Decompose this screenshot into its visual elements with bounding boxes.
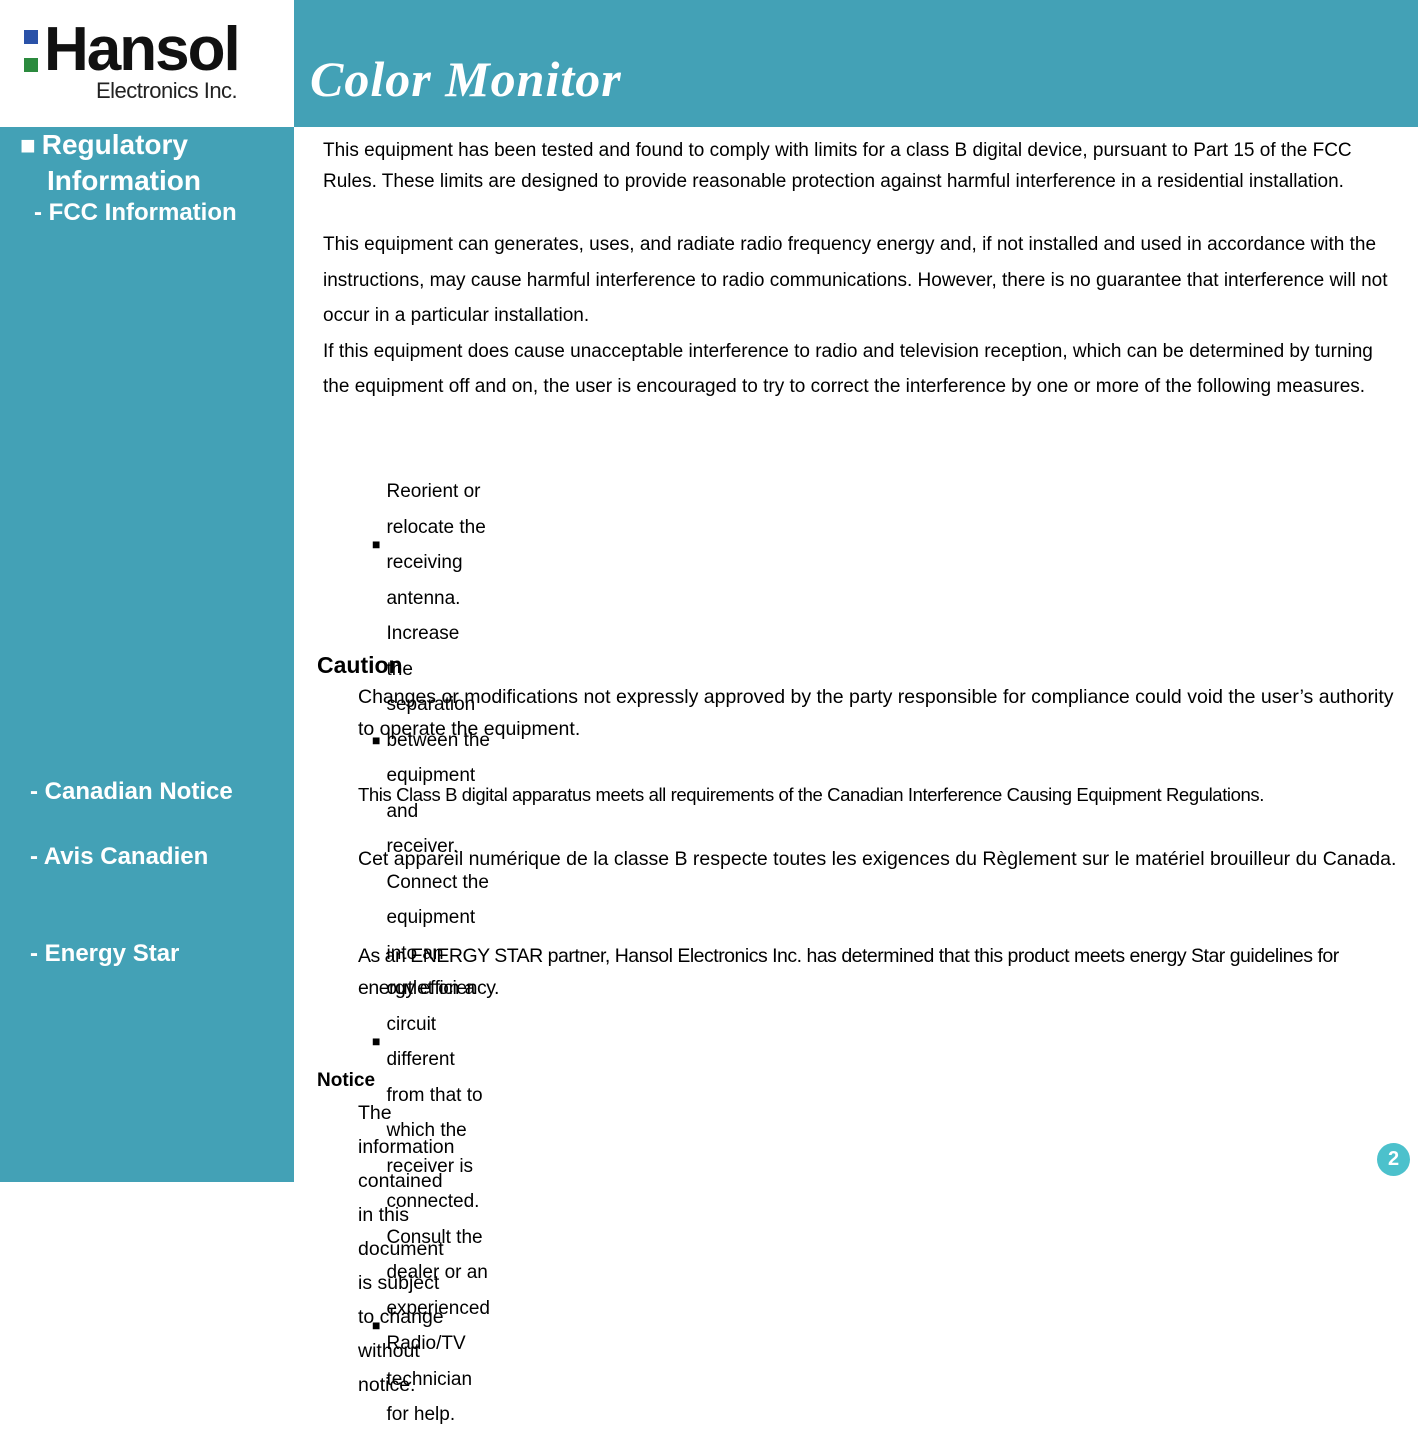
fcc-paragraph-3: If this equipment does cause unacceptabl…	[323, 340, 1373, 398]
canadian-notice-text: This Class B digital apparatus meets all…	[358, 784, 1265, 805]
fcc-paragraph-1: This equipment has been tested and found…	[323, 140, 1352, 192]
caution-text: Changes or modifications not expressly a…	[358, 686, 1394, 740]
company-logo: Hansol Electronics Inc.	[0, 0, 294, 127]
sidebar: ■ Regulatory Information - FCC Informatio…	[0, 127, 294, 1182]
page-number-badge: 2	[1377, 1143, 1410, 1176]
logo-green-square	[24, 58, 38, 72]
sidebar-item-avis-canadien[interactable]: - Avis Canadien	[30, 843, 208, 871]
fcc-paragraph-2: This equipment can generates, uses, and …	[323, 234, 1388, 326]
avis-canadien-text: Cet appareil numérique de la classe B re…	[358, 848, 1397, 870]
sidebar-item-canadian-notice[interactable]: - Canadian Notice	[30, 778, 233, 806]
logo-blue-square	[24, 30, 38, 44]
caution-heading: Caution	[317, 652, 403, 678]
square-bullet-icon: ■	[372, 536, 381, 553]
notice-text: The information contained in this docume…	[358, 1102, 455, 1396]
sidebar-item-energy-star[interactable]: - Energy Star	[30, 940, 179, 968]
page-title: Color Monitor	[310, 51, 622, 107]
list-item: ■ Reorient or relocate the receiving ante…	[372, 481, 486, 609]
energy-star-text: As an ENERGY STAR partner, Hansol Electr…	[358, 945, 1339, 999]
notice-heading: Notice	[317, 1070, 376, 1091]
logo-subtitle: Electronics Inc.	[96, 78, 238, 103]
square-bullet-icon: ■	[20, 130, 36, 160]
fcc-paragraph-2-3: This equipment can generates, uses, and …	[323, 227, 1393, 405]
sidebar-section-title: ■ Regulatory Information	[20, 129, 201, 196]
logo-brand: Hansol	[44, 15, 241, 84]
sidebar-item-fcc[interactable]: - FCC Information	[34, 199, 237, 227]
square-bullet-icon: ■	[372, 1033, 381, 1050]
